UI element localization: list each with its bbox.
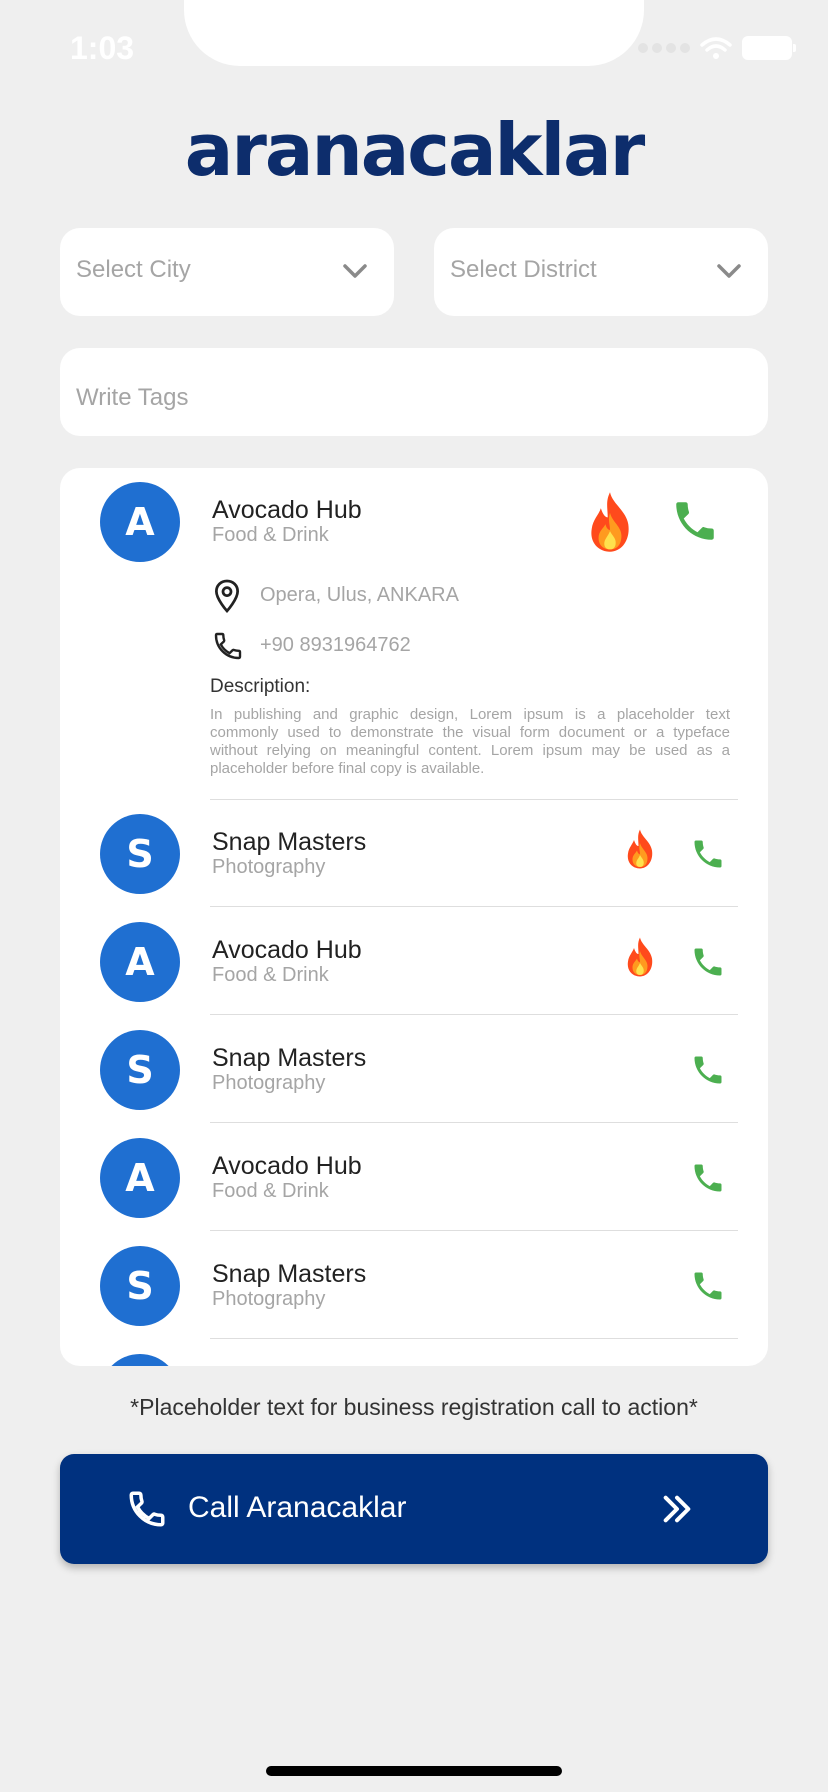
fire-icon bbox=[627, 937, 653, 977]
phone-icon bbox=[129, 1491, 165, 1527]
chevron-down-icon bbox=[717, 264, 741, 278]
divider bbox=[210, 799, 738, 800]
signal-icon bbox=[638, 43, 690, 53]
business-name: Avocado Hub bbox=[212, 1152, 362, 1180]
status-icons bbox=[638, 36, 796, 60]
device-notch bbox=[184, 0, 644, 66]
call-button[interactable] bbox=[670, 496, 720, 546]
divider bbox=[210, 1338, 738, 1339]
cta-note: *Placeholder text for business registrat… bbox=[130, 1394, 698, 1420]
call-button[interactable] bbox=[690, 836, 726, 872]
city-select[interactable]: Select City bbox=[60, 228, 394, 316]
location-pin-icon bbox=[214, 579, 240, 614]
app-logo: aranacaklar bbox=[184, 108, 645, 192]
business-category: Photography bbox=[212, 1288, 326, 1310]
business-name: Snap Masters bbox=[212, 1044, 367, 1072]
avatar: S bbox=[100, 1246, 180, 1326]
wifi-icon bbox=[700, 37, 732, 59]
avatar: A bbox=[100, 922, 180, 1002]
call-button[interactable] bbox=[690, 944, 726, 980]
district-select-label: Select District bbox=[450, 256, 597, 283]
avatar: S bbox=[100, 1030, 180, 1110]
call-aranacaklar-button[interactable]: Call Aranacaklar bbox=[60, 1454, 768, 1564]
battery-icon bbox=[742, 36, 796, 60]
avatar: A bbox=[100, 482, 180, 562]
business-address: Opera, Ulus, ANKARA bbox=[260, 584, 459, 606]
business-category: Food & Drink bbox=[212, 524, 329, 546]
avatar bbox=[100, 1354, 180, 1366]
divider bbox=[210, 1014, 738, 1015]
business-name: Avocado Hub bbox=[212, 496, 362, 524]
avatar: S bbox=[100, 814, 180, 894]
chevron-down-icon bbox=[343, 264, 367, 278]
status-bar: 1:03 bbox=[0, 0, 828, 100]
call-aranacaklar-label: Call Aranacaklar bbox=[188, 1491, 407, 1524]
status-time: 1:03 bbox=[70, 30, 135, 66]
city-select-label: Select City bbox=[76, 256, 191, 283]
business-category: Photography bbox=[212, 1072, 326, 1094]
business-name: Avocado Hub bbox=[212, 936, 362, 964]
call-button[interactable] bbox=[690, 1160, 726, 1196]
district-select[interactable]: Select District bbox=[434, 228, 768, 316]
home-indicator[interactable] bbox=[266, 1766, 562, 1776]
tags-input[interactable]: Write Tags bbox=[60, 348, 768, 436]
divider bbox=[210, 1122, 738, 1123]
divider bbox=[210, 906, 738, 907]
business-name: Snap Masters bbox=[212, 1260, 367, 1288]
business-list[interactable]: A Avocado Hub Food & Drink Opera, Ulus, … bbox=[60, 468, 768, 1366]
fire-icon bbox=[627, 829, 653, 869]
business-name: Snap Masters bbox=[212, 828, 367, 856]
phone-icon bbox=[214, 632, 242, 660]
business-category: Food & Drink bbox=[212, 964, 329, 986]
business-category: Photography bbox=[212, 856, 326, 878]
divider bbox=[210, 1230, 738, 1231]
business-category: Food & Drink bbox=[212, 1180, 329, 1202]
description-title: Description: bbox=[210, 676, 311, 697]
double-chevron-right-icon bbox=[663, 1495, 691, 1523]
call-button[interactable] bbox=[690, 1268, 726, 1304]
fire-icon bbox=[591, 492, 629, 552]
tags-input-placeholder: Write Tags bbox=[76, 384, 189, 411]
avatar: A bbox=[100, 1138, 180, 1218]
call-button[interactable] bbox=[690, 1052, 726, 1088]
description-text: In publishing and graphic design, Lorem … bbox=[210, 706, 730, 777]
business-phone[interactable]: +90 8931964762 bbox=[260, 634, 411, 657]
